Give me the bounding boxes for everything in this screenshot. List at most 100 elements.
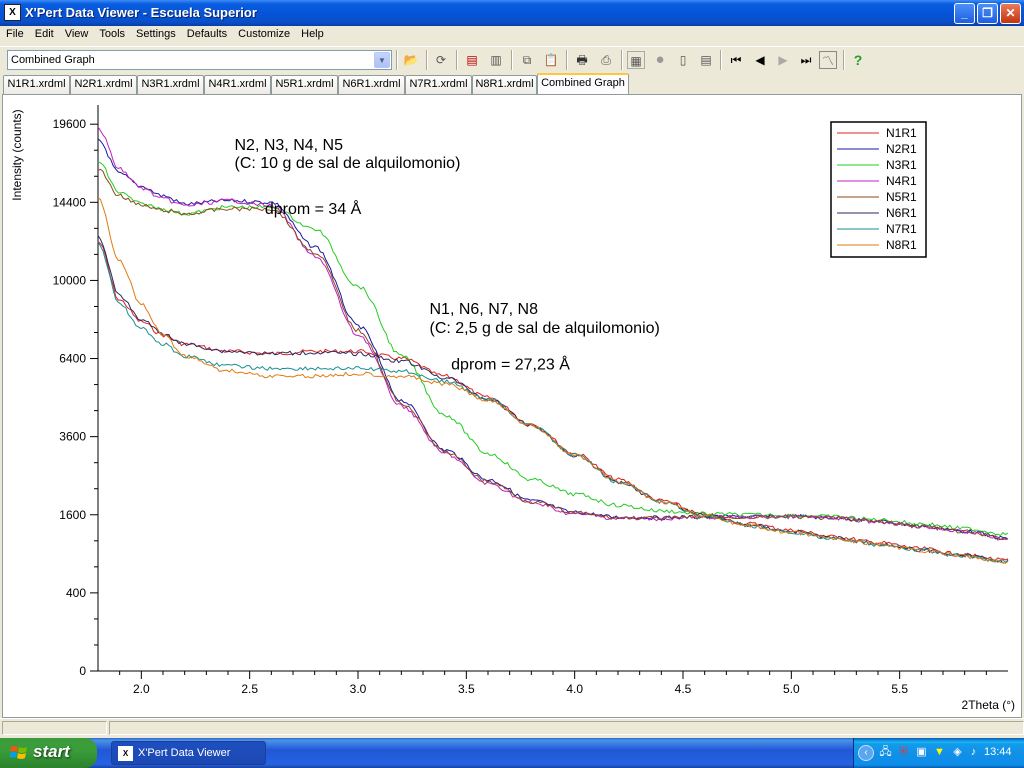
document-icon[interactable]: ▯ (674, 51, 692, 69)
y-tick-label: 6400 (59, 352, 86, 366)
legend-entry-n3r1: N3R1 (886, 158, 917, 172)
volume-icon[interactable]: ♪ (966, 745, 981, 760)
network-icon[interactable]: 🖧 (878, 745, 893, 760)
legend-entry-n8r1: N8R1 (886, 238, 917, 252)
y-axis-label: Intensity (counts) (10, 109, 24, 200)
x-tick-label: 3.5 (458, 682, 475, 696)
y-tick-label: 400 (66, 586, 86, 600)
tab-n8r1[interactable]: N8R1.xrdml (472, 75, 537, 94)
toolbar-separator (566, 50, 568, 70)
y-tick-label: 19600 (53, 117, 87, 131)
next-icon[interactable]: ▶ (774, 51, 792, 69)
y-tick-label: 1600 (59, 508, 86, 522)
start-label: start (33, 742, 70, 761)
annotation-text: dprom = 34 Å (265, 199, 362, 218)
graph-icon[interactable]: ▦ (627, 51, 645, 69)
tab-n7r1[interactable]: N7R1.xrdml (405, 75, 472, 94)
minimize-button[interactable]: _ (954, 3, 975, 24)
status-pane (2, 721, 107, 735)
legend-entry-n4r1: N4R1 (886, 174, 917, 188)
menu-customize[interactable]: Customize (232, 26, 295, 40)
legend-entry-n1r1: N1R1 (886, 126, 917, 140)
tab-n6r1[interactable]: N6R1.xrdml (338, 75, 405, 94)
annotation-text: N1, N6, N7, N8 (430, 301, 539, 318)
window-title: X'Pert Data Viewer - Escuela Superior (25, 5, 257, 20)
series-line-n1r1 (97, 240, 1009, 561)
export-icon[interactable]: ▤ (463, 51, 481, 69)
x-tick-label: 4.0 (566, 682, 583, 696)
clock: 13:44 (984, 746, 1012, 758)
annotation-text: (C: 2,5 g de sal de alquilomonio) (430, 320, 660, 337)
windows-flag-icon (10, 746, 27, 759)
close-button[interactable]: ✕ (1000, 3, 1021, 24)
toolbar-separator (511, 50, 513, 70)
print-preview-icon[interactable]: ⎙ (597, 51, 615, 69)
toolbar-separator (426, 50, 428, 70)
file-tabs: N1R1.xrdml N2R1.xrdml N3R1.xrdml N4R1.xr… (0, 72, 1024, 94)
legend-entry-n6r1: N6R1 (886, 206, 917, 220)
toolbar-separator (621, 50, 623, 70)
legend-entry-n7r1: N7R1 (886, 222, 917, 236)
system-tray: ‹ 🖧 ⛨ ▣ ▼ ◈ ♪ 13:44 (853, 738, 1024, 768)
table-icon[interactable]: ▤ (697, 51, 715, 69)
tab-n1r1[interactable]: N1R1.xrdml (3, 75, 70, 94)
tray-icon[interactable]: ▣ (914, 745, 929, 760)
menu-defaults[interactable]: Defaults (181, 26, 232, 40)
shield-icon[interactable]: ⛨ (896, 745, 911, 760)
combined-graph-chart[interactable]: 0 400 1600 3600 6400 10000 14400 19600 2.0 2.5 3.0… (3, 95, 1021, 717)
xpert-app-icon[interactable]: X (4, 4, 21, 21)
menu-settings[interactable]: Settings (130, 26, 181, 40)
annotation-text: dprom = 27,23 Å (451, 355, 570, 374)
x-tick-label: 2.0 (133, 682, 150, 696)
chevron-down-icon[interactable]: ▼ (374, 52, 390, 68)
annotation-text: (C: 10 g de sal de alquilomonio) (235, 155, 461, 172)
x-tick-label: 2.5 (241, 682, 258, 696)
menu-edit[interactable]: Edit (29, 26, 59, 40)
menu-help[interactable]: Help (295, 26, 329, 40)
y-tick-label: 0 (79, 664, 86, 678)
prev-icon[interactable]: ◀ (751, 51, 769, 69)
help-icon[interactable]: ? (849, 51, 867, 69)
refresh-icon[interactable]: ⟳ (432, 51, 450, 69)
first-icon[interactable]: ⏮ (727, 51, 745, 69)
graph-select[interactable]: Combined Graph ▼ (7, 50, 392, 70)
plot-icon[interactable]: 〽 (819, 51, 837, 69)
graph-panel[interactable]: 0 400 1600 3600 6400 10000 14400 19600 2.0 2.5 3.0… (2, 94, 1022, 718)
x-tick-label: 5.5 (891, 682, 908, 696)
tab-n3r1[interactable]: N3R1.xrdml (137, 75, 204, 94)
copy-icon[interactable]: ⧉ (518, 51, 536, 69)
export-all-icon[interactable]: ▥ (487, 51, 505, 69)
y-tick-label: 10000 (53, 273, 87, 287)
antivirus-icon[interactable]: ▼ (932, 745, 947, 760)
tab-n5r1[interactable]: N5R1.xrdml (271, 75, 338, 94)
paste-icon[interactable]: 📋 (542, 51, 560, 69)
maximize-button[interactable]: ❐ (977, 3, 998, 24)
title-bar: X X'Pert Data Viewer - Escuela Superior … (0, 0, 1024, 26)
last-icon[interactable]: ⏭ (797, 51, 815, 69)
open-folder-icon[interactable]: 📂 (402, 51, 420, 69)
tab-combined-graph[interactable]: Combined Graph (537, 73, 629, 94)
menu-tools[interactable]: Tools (93, 26, 130, 40)
taskbar: start X X'Pert Data Viewer ‹ 🖧 ⛨ ▣ ▼ ◈ ♪… (0, 738, 1024, 768)
toolbar-separator (396, 50, 398, 70)
x-tick-label: 5.0 (783, 682, 800, 696)
start-button[interactable]: start (0, 738, 97, 768)
toolbar-separator (456, 50, 458, 70)
x-tick-label: 3.0 (350, 682, 367, 696)
toolbar-separator (843, 50, 845, 70)
series-line-n6r1 (97, 235, 1009, 564)
tab-n4r1[interactable]: N4R1.xrdml (204, 75, 271, 94)
tray-icon[interactable]: ◈ (950, 745, 965, 760)
tab-n2r1[interactable]: N2R1.xrdml (70, 75, 137, 94)
legend-entry-n2r1: N2R1 (886, 142, 917, 156)
chevron-left-icon[interactable]: ‹ (858, 745, 874, 761)
menu-file[interactable]: File (0, 26, 29, 40)
toolbar-separator (720, 50, 722, 70)
menu-view[interactable]: View (59, 26, 94, 40)
y-tick-label: 3600 (59, 430, 86, 444)
print-icon[interactable]: 🖶 (573, 51, 591, 69)
xpert-app-icon: X (118, 746, 133, 761)
graph-select-value: Combined Graph (11, 54, 95, 66)
stop-icon[interactable]: ● (651, 51, 669, 69)
taskbar-app-button[interactable]: X X'Pert Data Viewer (111, 741, 266, 765)
